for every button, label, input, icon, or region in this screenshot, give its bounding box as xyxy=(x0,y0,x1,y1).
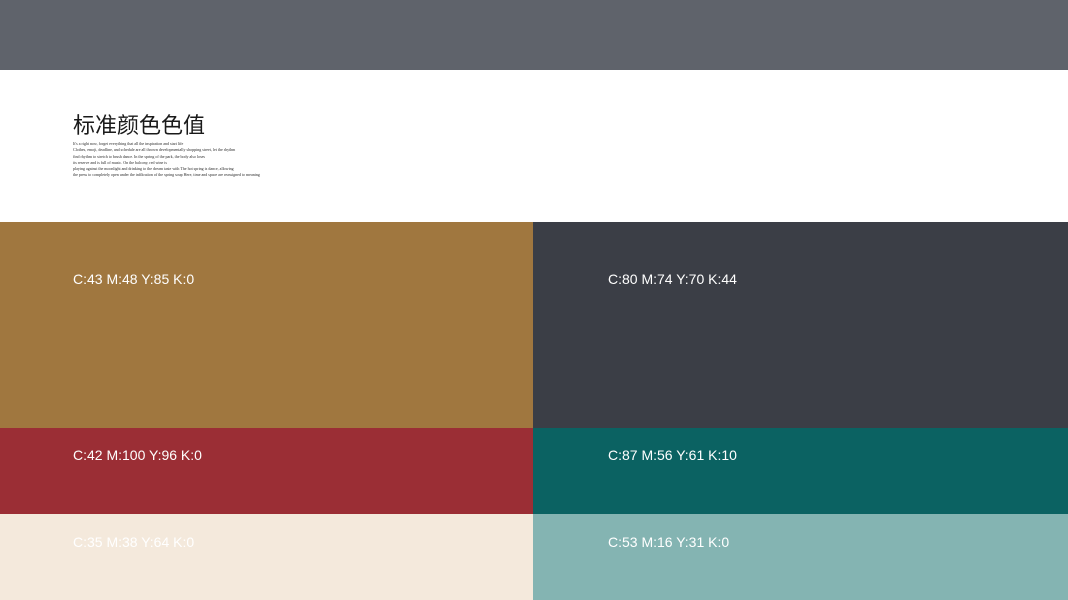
header-section: 标准颜色色值 It's a right now, forget everythi… xyxy=(0,70,1068,222)
color-swatch-teal: C:87 M:56 Y:61 K:10 xyxy=(533,428,1068,514)
color-swatch-cream: C:35 M:38 Y:64 K:0 xyxy=(0,514,533,600)
page-title: 标准颜色色值 xyxy=(73,114,206,139)
description-line: the press to completely open under the i… xyxy=(73,172,260,178)
swatch-label: C:43 M:48 Y:85 K:0 xyxy=(73,271,195,287)
swatch-label: C:80 M:74 Y:70 K:44 xyxy=(608,271,737,287)
color-swatch-gold: C:43 M:48 Y:85 K:0 xyxy=(0,222,533,428)
color-swatch-charcoal: C:80 M:74 Y:70 K:44 xyxy=(533,222,1068,428)
swatch-label: C:87 M:56 Y:61 K:10 xyxy=(608,447,737,463)
description-text: It's a right now, forget everything that… xyxy=(73,141,313,179)
swatch-label: C:42 M:100 Y:96 K:0 xyxy=(73,447,202,463)
color-swatch-red: C:42 M:100 Y:96 K:0 xyxy=(0,428,533,514)
color-swatch-light-teal: C:53 M:16 Y:31 K:0 xyxy=(533,514,1068,600)
swatch-label: C:35 M:38 Y:64 K:0 xyxy=(73,534,195,550)
swatch-label: C:53 M:16 Y:31 K:0 xyxy=(608,534,730,550)
top-bar xyxy=(0,0,1068,70)
